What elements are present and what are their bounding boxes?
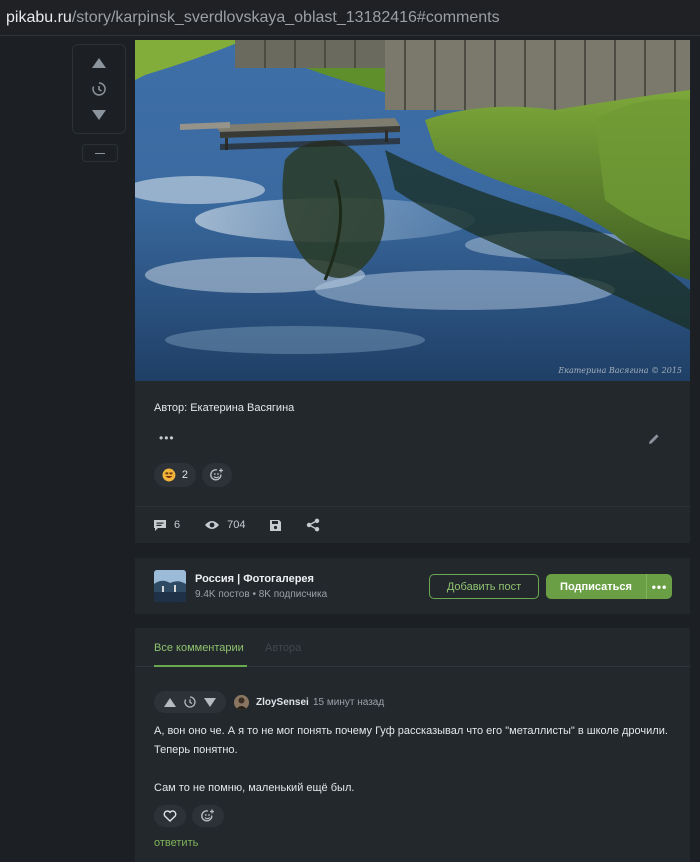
- reaction-emoji-button[interactable]: 2: [154, 463, 196, 487]
- photo-watermark: Екатерина Васягина © 2015: [558, 366, 682, 375]
- comment-icon: [154, 519, 166, 531]
- more-options-button[interactable]: •••: [159, 431, 175, 445]
- heart-icon: [163, 810, 177, 822]
- comments-tabs: Все комментарии Автора: [135, 628, 690, 667]
- comment-vote-widget: [154, 691, 226, 713]
- community-stats: 9.4K постов • 8K подписчика: [195, 589, 327, 600]
- reaction-count: 2: [181, 469, 188, 481]
- river-landscape-image: [135, 40, 690, 381]
- comments-section: Все комментарии Автора ZloySensei 15 мин…: [135, 628, 690, 862]
- comment-username[interactable]: ZloySensei: [256, 697, 309, 708]
- comment-timestamp: 15 минут назад: [313, 697, 385, 708]
- comment-reply-link[interactable]: ответить: [154, 837, 198, 849]
- comment-add-reaction-button[interactable]: [192, 805, 224, 827]
- views-stat: 704: [204, 519, 245, 531]
- comment-text: А, вон оно че. А я то не мог понять поче…: [154, 722, 674, 798]
- community-avatar-image: [154, 570, 186, 602]
- tab-author-comments[interactable]: Автора: [265, 642, 301, 654]
- post-author-text: Автор: Екатерина Васягина: [154, 402, 295, 414]
- community-name[interactable]: Россия | Фотогалерея: [195, 573, 314, 585]
- add-reaction-button[interactable]: [202, 463, 232, 487]
- share-icon: [307, 518, 320, 532]
- comment-like-button[interactable]: [154, 805, 186, 827]
- post-vote-rail: [72, 44, 126, 134]
- community-menu-button[interactable]: •••: [647, 580, 672, 594]
- post-photo[interactable]: Екатерина Васягина © 2015: [135, 40, 690, 381]
- subscribe-button-group: Подписаться •••: [546, 574, 672, 599]
- subscribe-button[interactable]: Подписаться: [546, 581, 646, 593]
- comment-downvote-icon[interactable]: [204, 697, 216, 707]
- community-card: Россия | Фотогалерея 9.4K постов • 8K по…: [135, 558, 690, 614]
- post-body: Автор: Екатерина Васягина ••• 2 6 704: [135, 381, 690, 543]
- community-avatar[interactable]: [154, 570, 186, 602]
- community-subscribers: 8K подписчика: [258, 589, 328, 600]
- comment-rating-clock-icon: [184, 696, 196, 708]
- community-posts: 9.4K постов: [195, 589, 250, 600]
- downvote-icon[interactable]: [92, 110, 106, 121]
- comments-stat[interactable]: 6: [153, 519, 180, 532]
- comment-upvote-icon[interactable]: [164, 697, 176, 707]
- comment-paragraph-2: Сам то не помню, маленький ещё был.: [154, 782, 355, 794]
- upvote-icon[interactable]: [92, 57, 106, 68]
- minus-icon: [95, 152, 105, 154]
- community-stats-separator: •: [249, 589, 259, 600]
- user-avatar-image: [234, 695, 249, 710]
- save-post-button[interactable]: [269, 519, 282, 532]
- add-emoji-icon: [210, 468, 223, 481]
- rating-clock-icon: [92, 82, 106, 96]
- url-host: pikabu.ru: [6, 8, 72, 26]
- comments-count: 6: [174, 519, 181, 531]
- pencil-icon[interactable]: [648, 433, 660, 445]
- comment-add-emoji-icon: [201, 809, 214, 822]
- comment-user-avatar[interactable]: [234, 695, 249, 710]
- add-post-button[interactable]: Добавить пост: [429, 574, 539, 599]
- share-post-button[interactable]: [306, 518, 320, 532]
- eye-icon: [205, 521, 220, 529]
- save-icon: [270, 519, 282, 531]
- grin-emoji-icon: [162, 468, 176, 482]
- tab-all-comments[interactable]: Все комментарии: [154, 642, 244, 654]
- active-tab-indicator: [154, 665, 247, 667]
- post-stats-row: 6 704: [153, 518, 344, 532]
- views-count: 704: [227, 519, 246, 531]
- post-divider: [135, 506, 690, 507]
- comment-paragraph-1: А, вон оно че. А я то не мог понять поче…: [154, 725, 668, 756]
- url-bar[interactable]: pikabu.ru/story/karpinsk_sverdlovskaya_o…: [0, 0, 700, 36]
- collapse-button[interactable]: [82, 144, 118, 162]
- url-path: /story/karpinsk_sverdlovskaya_oblast_131…: [71, 8, 500, 26]
